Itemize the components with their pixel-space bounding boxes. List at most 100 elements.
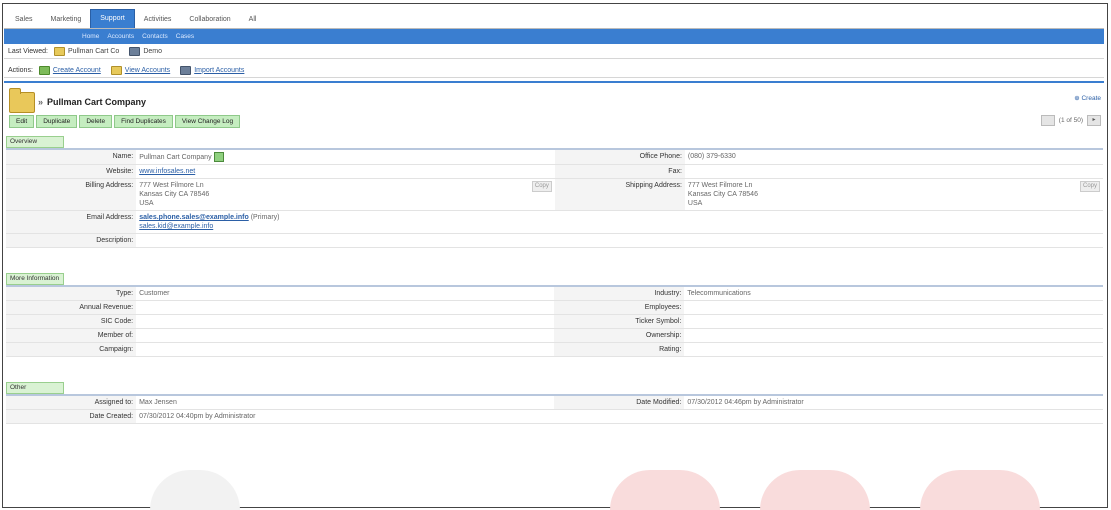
import-accounts-link[interactable]: Import Accounts (180, 65, 245, 75)
employees-value (684, 300, 1103, 315)
billing-address-cell: Copy 777 West Filmore Ln Kansas City CA … (136, 178, 555, 211)
pager-text: (1 of 50) (1058, 117, 1083, 124)
copy-shipping-button[interactable]: Copy (1080, 181, 1100, 192)
website-link[interactable]: www.infosales.net (139, 168, 195, 175)
table-row: Description: (6, 233, 1103, 248)
rating-value (684, 342, 1103, 357)
shipping-line: Kansas City CA 78546 (687, 191, 758, 198)
email-primary-link[interactable]: sales.phone.sales@example.info (139, 214, 249, 221)
tab-activities[interactable]: Activities (135, 12, 181, 28)
duplicate-button[interactable]: Duplicate (36, 115, 78, 128)
tab-all[interactable]: All (240, 12, 266, 28)
other-table: Assigned to: Max Jensen Date Modified: 0… (6, 396, 1103, 424)
page-title: » Pullman Cart Company (38, 97, 146, 107)
sub-navigation-bar: Home Accounts Contacts Cases (4, 29, 1104, 44)
previous-record-button[interactable] (1040, 115, 1055, 126)
email-primary-tag: (Primary) (250, 214, 280, 221)
find-duplicates-button[interactable]: Find Duplicates (114, 115, 173, 128)
date-created-label: Date Created: (6, 409, 137, 424)
table-row: Annual Revenue: Employees: (6, 300, 1103, 315)
vcard-icon[interactable] (213, 152, 224, 162)
overview-heading[interactable]: Overview (6, 136, 64, 148)
shipping-address-label: Shipping Address: (554, 178, 685, 211)
office-phone-value[interactable]: (080) 379-6330 (684, 150, 1103, 165)
last-viewed-item-pullman[interactable]: Pullman Cart Co (53, 46, 120, 56)
subnav-cases[interactable]: Cases (172, 33, 198, 40)
overview-panel: Overview Name: Pullman Cart Company Offi… (6, 134, 1103, 248)
billing-line: USA (139, 200, 154, 207)
email-address-cell: sales.phone.sales@example.info (Primary)… (136, 210, 1103, 234)
ownership-value (684, 328, 1103, 343)
record-title: Pullman Cart Company (47, 97, 147, 107)
table-row: Member of: Ownership: (6, 328, 1103, 343)
table-row: Assigned to: Max Jensen Date Modified: 0… (6, 396, 1103, 410)
industry-label: Industry: (554, 287, 685, 301)
more-information-header: More Information (6, 271, 1103, 287)
tab-support[interactable]: Support (90, 9, 135, 28)
website-label: Website: (6, 164, 137, 179)
industry-value: Telecommunications (684, 287, 1103, 301)
other-heading[interactable]: Other (6, 382, 64, 394)
table-row: Campaign: Rating: (6, 342, 1103, 357)
header-separator (4, 81, 1104, 83)
shipping-line: 777 West Filmore Ln (687, 182, 753, 189)
ticker-symbol-label: Ticker Symbol: (554, 314, 685, 329)
more-information-heading[interactable]: More Information (6, 273, 64, 285)
favorite-star-icon[interactable]: » (38, 97, 43, 107)
annual-revenue-value (136, 300, 555, 315)
view-accounts-link[interactable]: View Accounts (110, 65, 171, 75)
other-header: Other (6, 380, 1103, 396)
shipping-address-cell: Copy 777 West Filmore Ln Kansas City CA … (684, 178, 1103, 211)
name-cell: Pullman Cart Company (136, 150, 555, 165)
last-viewed-label: Last Viewed: (8, 47, 48, 55)
record-pager: (1 of 50) ▸ (1039, 115, 1103, 126)
assigned-to-label: Assigned to: (6, 396, 137, 410)
window-frame (2, 3, 1108, 508)
view-accounts-text: View Accounts (124, 66, 171, 74)
edit-button[interactable]: Edit (9, 115, 35, 128)
table-row: Name: Pullman Cart Company Office Phone:… (6, 150, 1103, 165)
folder-icon (110, 65, 122, 75)
tab-marketing[interactable]: Marketing (42, 12, 91, 28)
delete-button[interactable]: Delete (79, 115, 113, 128)
create-account-text: Create Account (52, 66, 101, 74)
overview-table: Name: Pullman Cart Company Office Phone:… (6, 150, 1103, 248)
watermark-shape (920, 470, 1040, 510)
last-viewed-item-text: Demo (143, 47, 162, 55)
fax-label: Fax: (554, 164, 685, 179)
tab-sales[interactable]: Sales (6, 12, 42, 28)
tab-collaboration[interactable]: Collaboration (180, 12, 239, 28)
last-viewed-bar: Last Viewed: Pullman Cart Co Demo (4, 44, 1104, 59)
subnav-accounts[interactable]: Accounts (103, 33, 138, 40)
document-icon (129, 46, 141, 56)
record-action-buttons: Edit Duplicate Delete Find Duplicates Vi… (9, 115, 242, 128)
description-value (136, 233, 1103, 248)
member-of-value (136, 328, 555, 343)
last-viewed-item-demo[interactable]: Demo (129, 46, 162, 56)
annual-revenue-label: Annual Revenue: (6, 300, 137, 315)
type-value: Customer (136, 287, 555, 301)
copy-billing-button[interactable]: Copy (531, 181, 552, 192)
ticker-symbol-value (684, 314, 1103, 329)
office-phone-label: Office Phone: (554, 150, 685, 165)
email-secondary-link[interactable]: sales.kid@example.info (139, 223, 213, 230)
last-viewed-item-text: Pullman Cart Co (67, 47, 120, 55)
assigned-to-value: Max Jensen (136, 396, 555, 410)
import-accounts-text: Import Accounts (194, 66, 245, 74)
create-account-link[interactable]: Create Account (38, 65, 101, 75)
actions-label: Actions: (8, 66, 33, 74)
next-record-button[interactable]: ▸ (1087, 115, 1101, 126)
billing-address-label: Billing Address: (6, 178, 137, 211)
subnav-home[interactable]: Home (78, 33, 103, 40)
import-icon (180, 65, 192, 75)
campaign-value (136, 342, 555, 357)
date-modified-label: Date Modified: (554, 396, 685, 410)
table-row: Email Address: sales.phone.sales@example… (6, 210, 1103, 234)
folder-icon (53, 46, 65, 56)
view-change-log-button[interactable]: View Change Log (174, 115, 241, 128)
other-panel: Other Assigned to: Max Jensen Date Modif… (6, 380, 1103, 424)
create-link[interactable]: ⊕ Create (1074, 94, 1101, 102)
subnav-contacts[interactable]: Contacts (138, 33, 172, 40)
table-row: SIC Code: Ticker Symbol: (6, 314, 1103, 329)
name-value: Pullman Cart Company (139, 153, 212, 161)
